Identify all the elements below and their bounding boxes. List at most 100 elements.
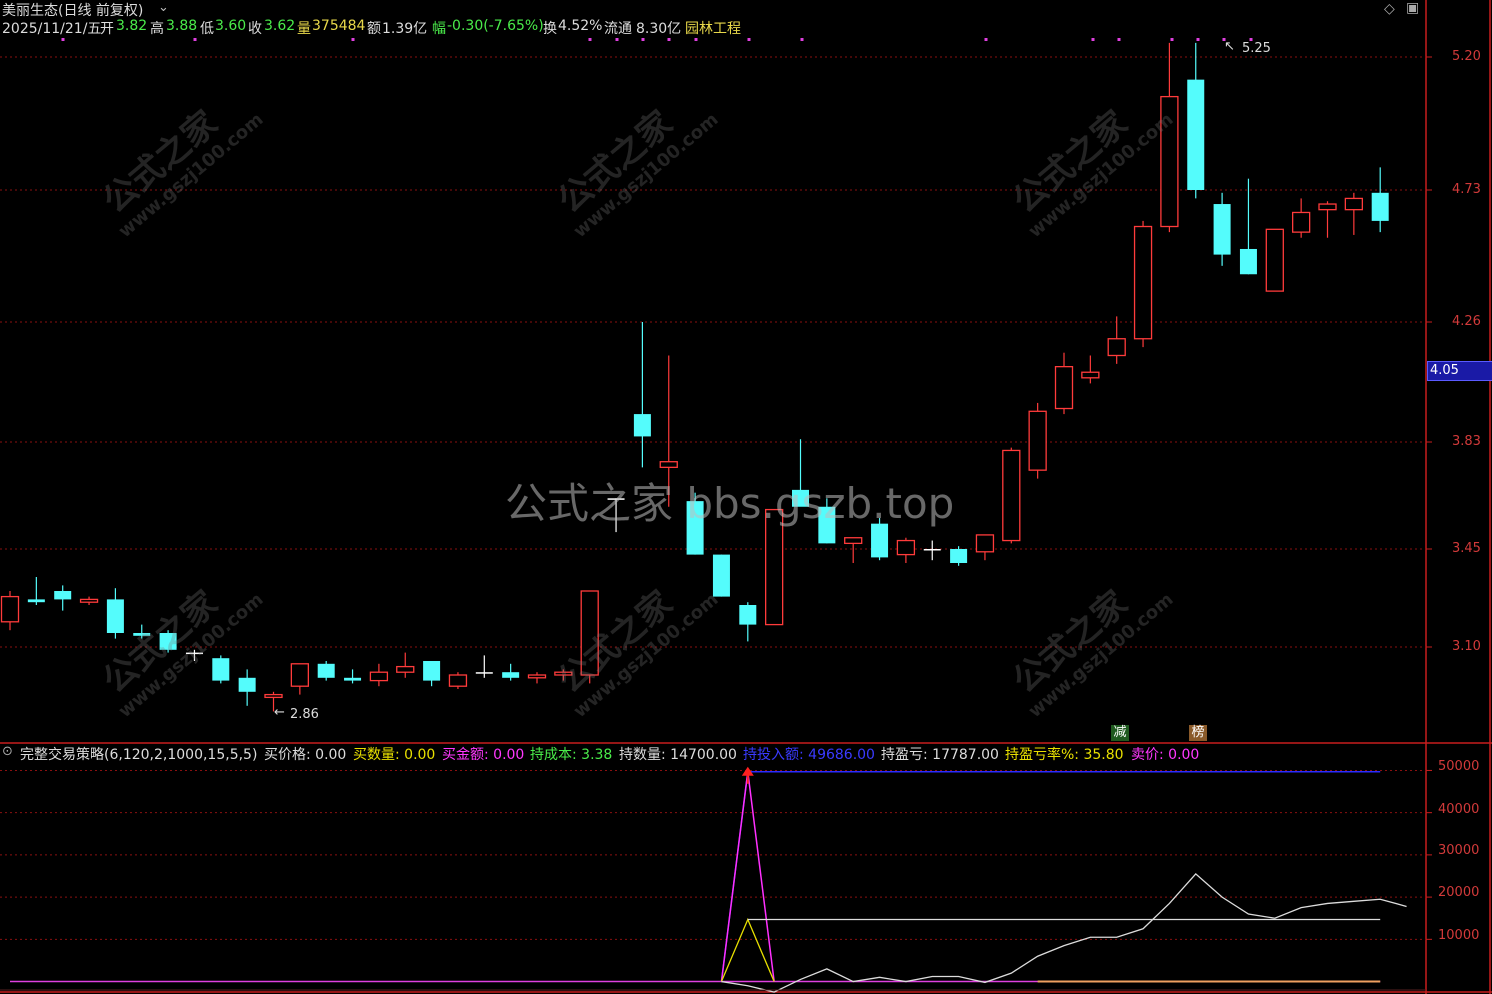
hold-cost: 持成本: 3.38 [530,747,613,763]
signal-dot [1091,38,1095,41]
turnover-label: 换 [543,21,557,37]
candle-body [739,605,757,625]
current-price-badge: 4.05 [1427,361,1492,381]
candle-body [1318,203,1337,211]
signal-dot [193,38,197,41]
signal-dot [1117,38,1121,41]
amount-value: 1.39亿 [382,21,428,37]
open-value: 3.82 [116,18,148,34]
candle-body [633,414,651,437]
high-value: 3.88 [166,18,198,34]
change-value: -0.30(-7.65%) [447,18,544,34]
signal-dot [615,38,619,41]
signal-dot [1196,38,1200,41]
low-value: 3.60 [215,18,247,34]
reduce-badge[interactable]: 减 [1111,725,1129,741]
candle-body [1002,449,1021,542]
signal-dot [1170,38,1174,41]
candle-body [1265,228,1284,292]
quote-header: 美丽生态(日线 前复权) ⌄ 2025/11/21/五 开 3.82 高 3.8… [0,0,1426,38]
stock-title[interactable]: 美丽生态(日线 前复权) [2,0,143,20]
high-label: 高 [150,21,164,37]
candle-body [0,595,20,623]
candle-body [923,549,941,551]
buy-price: 买价格: 0.00 [264,747,347,763]
sector-label[interactable]: 园林工程 [685,18,741,38]
signal-dot [588,38,592,41]
indicator-tick: 20000 [1438,885,1480,900]
candle-body [896,539,916,556]
candle-body [238,677,256,692]
candle-body [79,598,99,603]
candle-body [1371,192,1389,221]
invest-line [720,771,1381,982]
indicator-tick: 10000 [1438,928,1480,943]
dropdown-circle-icon[interactable]: ⌄ [158,0,169,15]
candle-body [448,674,468,687]
candle-body [396,665,415,673]
candle-body [290,663,310,687]
diamond-icon[interactable]: ◇ [1384,1,1395,17]
float-value: 8.30亿 [636,21,682,37]
candle-body [54,591,72,600]
pl-line [721,872,1407,993]
signal-dot [800,38,804,41]
candle-body [1239,248,1257,275]
price-tick: 3.45 [1452,541,1481,556]
turnover-value: 4.52% [558,18,603,34]
hold-pl: 持盈亏: 17787.00 [881,747,999,763]
indicator-tick: 40000 [1438,802,1480,817]
signal-dot [747,38,751,41]
indicator-tick: 50000 [1438,759,1480,774]
close-label: 收 [248,21,262,37]
window-restore-icon[interactable]: ▣ [1406,0,1419,16]
indicator-tick: 30000 [1438,843,1480,858]
volume-label: 量 [297,21,311,37]
price-tick: 3.10 [1452,639,1481,654]
amount-label: 额 [367,21,381,37]
candle-body [1213,204,1231,255]
candle-body [975,534,995,553]
candle-body [27,599,45,603]
candle-body [950,549,968,563]
indicator-settings-icon[interactable]: ⊙ [2,744,13,759]
candle-body [1292,211,1311,233]
list-badge[interactable]: 榜 [1189,725,1207,741]
float-label: 流通 [604,21,632,37]
price-tick: 3.83 [1452,434,1481,449]
signal-dot [641,38,645,41]
buy-qty: 买数量: 0.00 [353,747,436,763]
candle-body [1081,371,1100,379]
change-label: 幅 [432,21,446,37]
sell-price: 卖价: 0.00 [1131,747,1200,763]
signal-dot [351,38,355,41]
candle-body [317,663,335,678]
close-value: 3.62 [264,18,296,34]
candle-body [1054,366,1074,410]
price-tick: 4.26 [1452,314,1481,329]
indicator-name[interactable]: 完整交易策略(6,120,2,1000,15,5,5) [20,744,257,764]
buy-amount-spike [720,771,775,982]
candle-body [1187,79,1205,190]
low-arrow-icon: ← [274,705,285,720]
date-label: 2025/11/21/五 [2,21,102,37]
candle-body [106,599,124,633]
low-label: 低 [200,21,214,37]
candle-body [1133,225,1153,340]
signal-dot [694,38,698,41]
candle-body [659,461,678,468]
price-tick: 4.73 [1452,182,1481,197]
candle-body [344,677,362,681]
candle-body [369,671,389,682]
signal-dot [984,38,988,41]
candle-body [712,554,730,597]
high-mark-label: 5.25 [1242,41,1271,56]
signal-dot [667,38,671,41]
buy-qty-spike [720,917,775,982]
watermark-main: 公式之家 bbs.gszb.top [505,479,955,528]
open-label: 开 [100,21,114,37]
high-arrow-icon: ↖ [1224,39,1235,54]
candle-body [423,661,441,681]
hold-pl-pct: 持盈亏率%: 35.80 [1005,747,1124,763]
candle-body [212,658,230,681]
